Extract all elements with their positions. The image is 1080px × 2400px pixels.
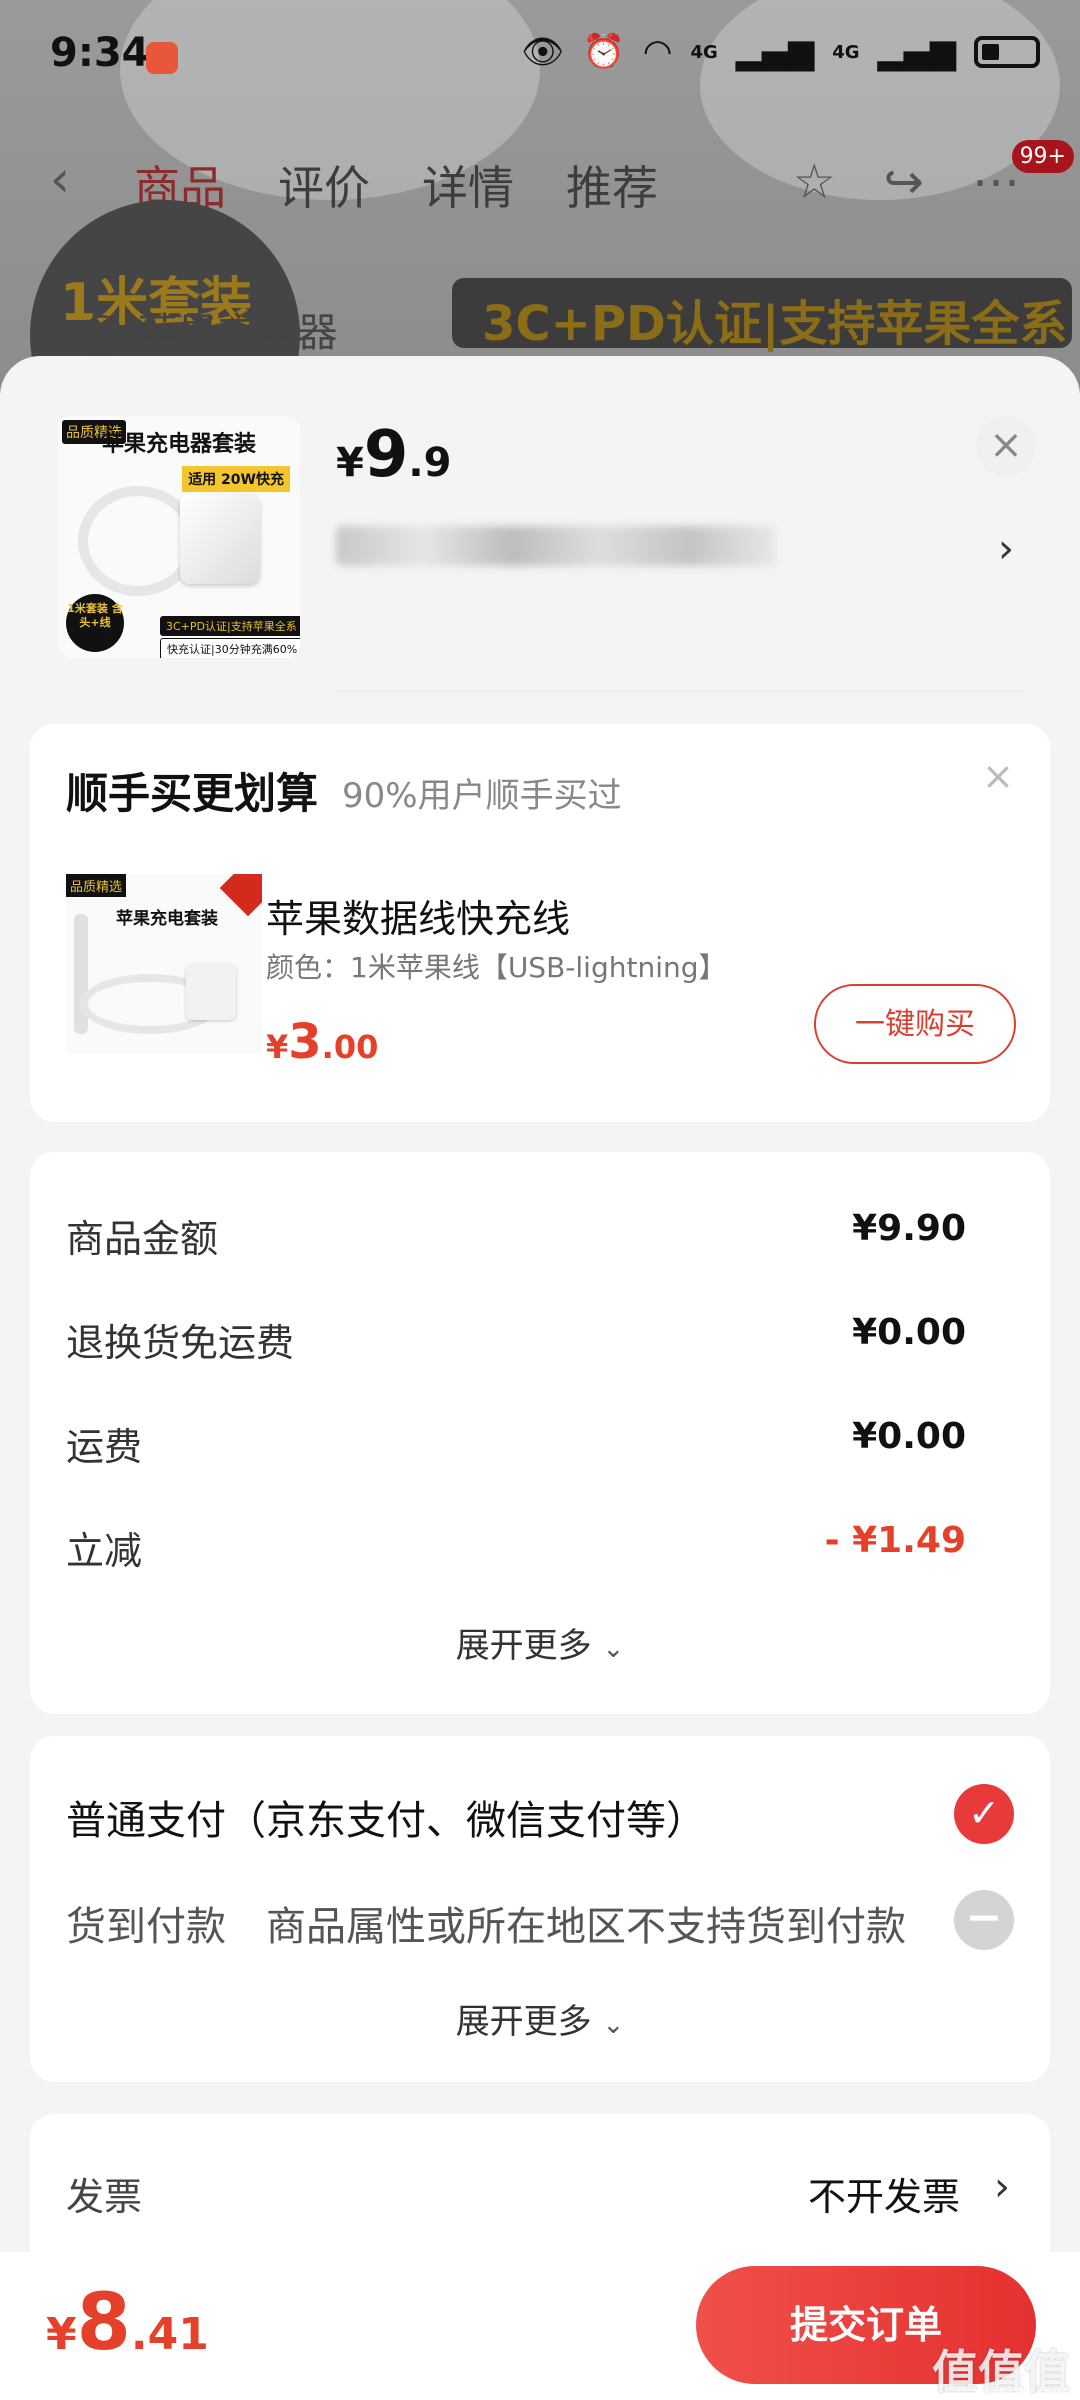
close-sheet-button[interactable]: ×: [976, 416, 1036, 476]
minus-disabled-icon: −: [954, 1890, 1014, 1950]
upsell-plug-graphic: [186, 964, 236, 1020]
one-click-buy-button[interactable]: 一键购买: [814, 984, 1016, 1064]
upsell-card: 顺手买更划算 90%用户顺手买过 × 品质精选 苹果充电套装 苹果数据线快充线 …: [30, 724, 1050, 1122]
upsell-product-name[interactable]: 苹果数据线快充线: [266, 888, 570, 943]
payment-option-cod: 货到付款 商品属性或所在地区不支持货到付款 −: [66, 1890, 1014, 1954]
upsell-image-title: 苹果充电套装: [116, 909, 218, 929]
close-icon: ×: [989, 422, 1023, 468]
thumbnail-strip-2: 快充认证|30分钟充满60%: [160, 638, 300, 658]
notification-app-icon: [146, 42, 178, 74]
amount-label: 商品金额: [66, 1217, 219, 1261]
tab-recommend: 推荐: [566, 161, 658, 215]
status-bar: 9:34 👁 ⏰ ◠ 4G ▂▄▆ 4G ▂▄▆: [0, 0, 1080, 110]
invoice-value: 不开发票: [807, 2175, 960, 2219]
signal-icon-1: 4G: [690, 41, 718, 63]
price-integer: 9: [363, 418, 409, 492]
payment-cod-note: 商品属性或所在地区不支持货到付款: [266, 1904, 906, 1950]
nav-icons: ☆ ↪ ⋯: [793, 154, 1020, 210]
signal-bars-icon-1: ▂▄▆: [735, 32, 815, 72]
signal-icon-2: 4G: [832, 41, 860, 63]
checkmark-selected-icon[interactable]: ✓: [954, 1784, 1014, 1844]
amount-summary-card: 商品金额 ¥9.90 退换货免运费 ¥0.00 运费 ¥0.00 立减 - ¥1…: [30, 1152, 1050, 1714]
background-search-text: ◯ 苹果充电器: [80, 310, 338, 356]
payment-normal-label: 普通支付（京东支付、微信支付等）: [66, 1798, 706, 1844]
divider: [336, 690, 1024, 692]
share-icon: ↪: [883, 154, 924, 210]
payment-cod-label: 货到付款: [66, 1904, 226, 1950]
amount-row-goods: 商品金额 ¥9.90: [66, 1208, 966, 1261]
status-icons: 👁 ⏰ ◠ 4G ▂▄▆ 4G ▂▄▆: [521, 32, 1040, 72]
upsell-product-image[interactable]: 品质精选 苹果充电套装: [66, 874, 262, 1054]
tab-details: 详情: [422, 161, 514, 215]
amount-row-discount: 立减 - ¥1.49: [66, 1520, 966, 1573]
product-price: ¥9.9: [336, 418, 451, 492]
upsell-price: ¥3.00: [266, 1014, 378, 1070]
payment-option-normal[interactable]: 普通支付（京东支付、微信支付等） ✓: [66, 1784, 1014, 1848]
chevron-right-icon: ›: [994, 2164, 1010, 2210]
upsell-price-symbol: ¥: [266, 1028, 289, 1066]
alarm-icon: ⏰: [582, 32, 625, 72]
upsell-quality-tag: 品质精选: [66, 874, 127, 897]
total-price-integer: 8: [76, 2278, 131, 2368]
tab-reviews: 评价: [278, 161, 370, 215]
invoice-card[interactable]: 发票 不开发票 ›: [30, 2114, 1050, 2274]
checkout-sheet: 品质精选 苹果充电器套装 适用 20W快充 1米套装 含头+线 3C+PD认证|…: [0, 356, 1080, 2400]
thumbnail-20w-badge: 适用 20W快充: [182, 466, 290, 492]
product-thumbnail[interactable]: 品质精选 苹果充电器套装 适用 20W快充 1米套装 含头+线 3C+PD认证|…: [58, 416, 300, 658]
back-icon: ‹: [50, 150, 70, 208]
product-header: 品质精选 苹果充电器套装 适用 20W快充 1米套装 含头+线 3C+PD认证|…: [0, 356, 1080, 696]
background-banner: 3C+PD认证|支持苹果全系: [452, 278, 1072, 352]
amount-value: ¥9.90: [852, 1208, 966, 1249]
amount-label: 立减: [66, 1529, 143, 1573]
status-time: 9:34: [50, 30, 150, 76]
favorite-icon: ☆: [792, 154, 836, 210]
background-banner-text: 3C+PD认证|支持苹果全系: [482, 296, 1068, 352]
discount-value: - ¥1.49: [824, 1520, 966, 1561]
amount-value: ¥0.00: [852, 1416, 966, 1457]
amount-label: 退换货免运费: [66, 1321, 295, 1365]
expand-label: 展开更多: [455, 2002, 592, 2042]
total-price-symbol: ¥: [46, 2309, 77, 2360]
background-search-label: 苹果充电器: [137, 310, 338, 356]
price-decimal: .9: [408, 440, 452, 486]
expand-label: 展开更多: [455, 1626, 592, 1666]
thumbnail-plug-graphic: [180, 494, 260, 584]
total-price-decimal: .41: [130, 2309, 209, 2360]
battery-icon: [974, 36, 1040, 68]
upsell-close-icon[interactable]: ×: [982, 754, 1014, 798]
expand-more-payment-button[interactable]: 展开更多 ⌄: [30, 1994, 1050, 2043]
upsell-price-integer: 3: [288, 1014, 322, 1070]
price-symbol: ¥: [336, 440, 364, 486]
thumbnail-circle-text: 1米套装 含头+线: [66, 594, 124, 652]
amount-value: ¥0.00: [852, 1312, 966, 1353]
checkout-bottom-bar: ¥8.41 提交订单: [0, 2252, 1080, 2400]
chevron-down-icon: ⌄: [602, 1634, 625, 1664]
wifi-icon: ◠: [642, 32, 673, 72]
upsell-product-spec: 颜色：1米苹果线【USB-lightning】: [266, 951, 727, 984]
thumbnail-title: 苹果充电器套装: [101, 432, 256, 457]
hot-corner-badge: [219, 874, 262, 917]
watermark-domain: zhizhizhi.com: [971, 2386, 1066, 2400]
chevron-down-icon: ⌄: [602, 2010, 625, 2040]
thumbnail-strip-1: 3C+PD认证|支持苹果全系: [160, 616, 300, 636]
total-price: ¥8.41: [46, 2278, 209, 2368]
amount-row-shipping: 运费 ¥0.00: [66, 1416, 966, 1469]
signal-bars-icon-2: ▂▄▆: [877, 32, 956, 72]
payment-method-card: 普通支付（京东支付、微信支付等） ✓ 货到付款 商品属性或所在地区不支持货到付款…: [30, 1736, 1050, 2082]
amount-row-return-shipping: 退换货免运费 ¥0.00: [66, 1312, 966, 1365]
eye-icon: 👁: [521, 32, 565, 72]
upsell-price-decimal: .00: [321, 1028, 379, 1066]
upsell-subtitle: 90%用户顺手买过: [342, 776, 622, 816]
spec-chevron-right-icon[interactable]: ›: [998, 526, 1014, 572]
message-badge: 99+: [1011, 140, 1074, 173]
amount-label: 运费: [66, 1425, 143, 1469]
invoice-label: 发票: [66, 2175, 143, 2219]
selected-spec-blurred[interactable]: [336, 526, 776, 566]
expand-more-amounts-button[interactable]: 展开更多 ⌄: [30, 1618, 1050, 1667]
upsell-title: 顺手买更划算: [66, 769, 319, 818]
